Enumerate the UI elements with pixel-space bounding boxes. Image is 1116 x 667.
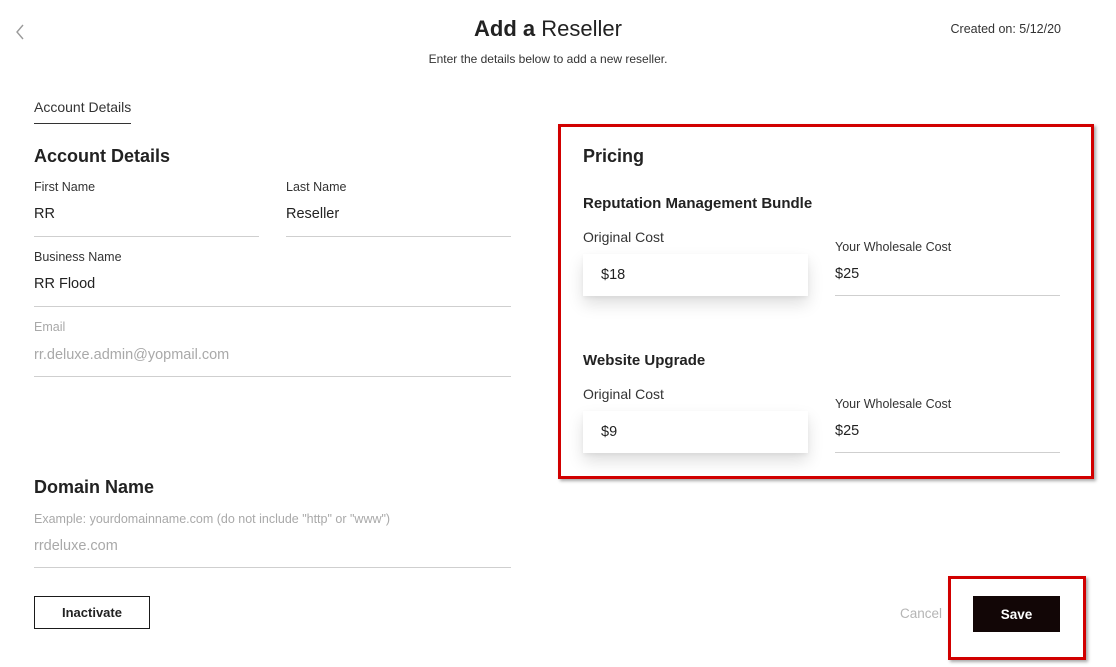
last-name-field[interactable]: Reseller	[286, 206, 511, 222]
original-cost-field[interactable]: $18	[583, 254, 808, 296]
wholesale-cost-underline	[835, 295, 1060, 296]
domain-hint: Example: yourdomainname.com (do not incl…	[34, 512, 391, 526]
page-subtitle: Enter the details below to add a new res…	[428, 52, 668, 66]
inactivate-button[interactable]: Inactivate	[34, 596, 150, 629]
domain-underline	[34, 567, 511, 568]
domain-field[interactable]: rrdeluxe.com	[34, 538, 511, 554]
account-details-heading: Account Details	[34, 146, 171, 166]
business-name-field[interactable]: RR Flood	[34, 276, 511, 292]
wholesale-cost-underline	[835, 452, 1060, 453]
page-title: Add a Reseller	[474, 16, 622, 41]
save-button[interactable]: Save	[973, 596, 1060, 632]
wholesale-cost-field[interactable]: $25	[835, 266, 1060, 282]
created-date: Created on: 5/12/20	[950, 22, 1062, 36]
wholesale-cost-label: Your Wholesale Cost	[835, 397, 952, 411]
business-name-underline	[34, 306, 511, 307]
original-cost-field[interactable]: $9	[583, 411, 808, 453]
pricing-heading: Pricing	[583, 146, 645, 166]
email-field: rr.deluxe.admin@yopmail.com	[34, 347, 230, 363]
last-name-label: Last Name	[286, 180, 347, 194]
email-underline	[34, 376, 511, 377]
first-name-field[interactable]: RR	[34, 206, 259, 222]
first-name-underline	[34, 236, 259, 237]
pricing-item-name: Reputation Management Bundle	[583, 195, 813, 212]
pricing-item-name: Website Upgrade	[583, 352, 706, 369]
last-name-underline	[286, 236, 511, 237]
original-cost-label: Original Cost	[583, 386, 664, 402]
wholesale-cost-field[interactable]: $25	[835, 423, 1060, 439]
original-cost-label: Original Cost	[583, 229, 664, 245]
cancel-button[interactable]: Cancel	[900, 606, 942, 621]
wholesale-cost-label: Your Wholesale Cost	[835, 240, 952, 254]
first-name-label: First Name	[34, 180, 96, 194]
domain-name-heading: Domain Name	[34, 477, 155, 497]
business-name-label: Business Name	[34, 250, 122, 264]
tab-account-details[interactable]: Account Details	[34, 99, 132, 124]
email-label: Email	[34, 320, 66, 334]
